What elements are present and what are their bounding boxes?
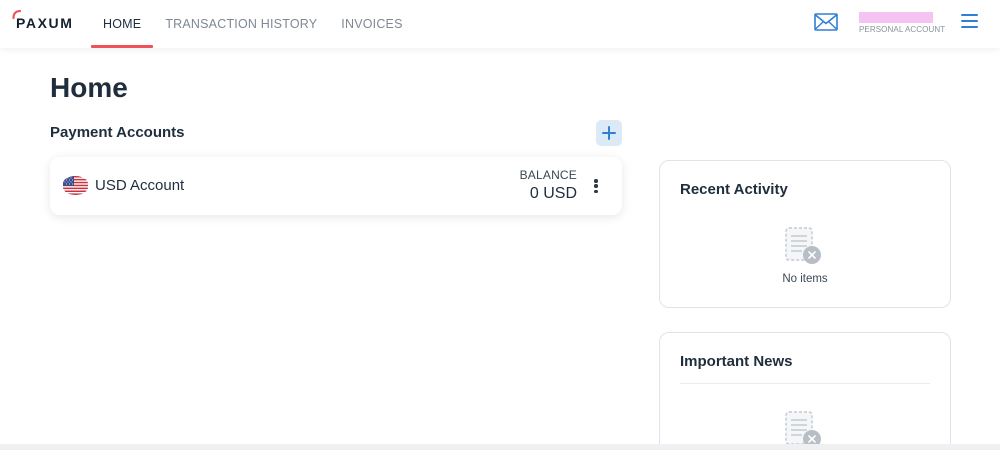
balance-label: BALANCE xyxy=(519,168,577,182)
logo-mark-icon xyxy=(12,10,22,20)
nav-tab-transaction-history[interactable]: TRANSACTION HISTORY xyxy=(153,0,329,48)
hamburger-menu-icon[interactable] xyxy=(961,14,978,29)
top-navigation-bar: PAXUM HOME TRANSACTION HISTORY INVOICES … xyxy=(0,0,1000,48)
page-title: Home xyxy=(50,72,128,103)
logo-text: PAXUM xyxy=(16,15,74,31)
account-type-label: PERSONAL ACCOUNT xyxy=(859,25,946,34)
nav-tab-home[interactable]: HOME xyxy=(91,0,154,48)
panel-divider xyxy=(680,383,930,384)
payment-accounts-title: Payment Accounts xyxy=(50,124,185,141)
us-flag-icon xyxy=(63,176,88,195)
mail-icon[interactable] xyxy=(814,12,838,32)
empty-list-icon xyxy=(785,227,821,264)
important-news-panel: Important News xyxy=(659,332,951,450)
plus-icon xyxy=(602,126,616,140)
recent-activity-panel: Recent Activity No items xyxy=(659,160,951,308)
nav-tab-invoices[interactable]: INVOICES xyxy=(329,0,414,48)
recent-activity-title: Recent Activity xyxy=(680,181,788,198)
account-name-redacted[interactable] xyxy=(859,12,933,23)
important-news-title: Important News xyxy=(680,353,793,370)
balance-value: 0 USD xyxy=(529,185,577,202)
add-account-button[interactable] xyxy=(596,120,622,146)
main-nav: HOME TRANSACTION HISTORY INVOICES xyxy=(91,0,415,48)
more-options-icon[interactable] xyxy=(591,177,601,195)
empty-state-text: No items xyxy=(782,273,828,285)
bottom-scroll-edge xyxy=(0,444,1000,450)
account-name: USD Account xyxy=(95,177,185,194)
paxum-logo[interactable]: PAXUM xyxy=(12,10,74,33)
usd-account-card[interactable]: USD Account BALANCE 0 USD xyxy=(50,157,622,215)
